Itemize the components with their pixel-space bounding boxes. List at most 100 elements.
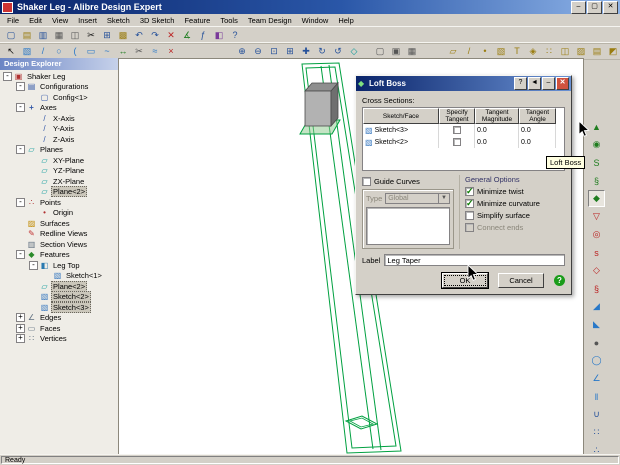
draft-button[interactable]: ∠ [588,370,605,387]
menu-item[interactable]: Team Design [243,16,297,25]
guide-curves-list[interactable] [366,207,450,245]
zoom-out-button[interactable]: ⊖ [250,43,266,59]
mirror-tool-button[interactable]: ◫ [557,43,573,59]
tree-expander-icon[interactable]: - [16,197,25,207]
tree-item[interactable]: Z-Axis [0,134,118,145]
insert-point-button[interactable]: • [477,43,493,59]
line-tool-button[interactable]: / [35,43,51,59]
tangent-angle-value[interactable]: 0.0 [519,136,556,148]
tree-item[interactable]: Origin [0,208,118,219]
tree-expander-icon[interactable] [29,292,38,301]
menu-item[interactable]: Feature [179,16,215,25]
tree-item[interactable]: Plane<2> [0,280,118,292]
offset-tool-button[interactable]: ≈ [147,43,163,59]
tree-item[interactable]: - Axes [0,103,118,114]
specify-tangent-checkbox[interactable] [452,138,461,146]
helix-boss-button[interactable]: § [588,172,605,189]
tree-item[interactable]: + Vertices [0,334,118,345]
tree-item[interactable]: Plane<2> [0,186,118,198]
spline-tool-button[interactable]: ~ [99,43,115,59]
tree-item[interactable]: Sketch<2> [0,291,118,303]
guide-curves-checkbox[interactable] [362,176,371,186]
tree-expander-icon[interactable] [29,135,38,144]
tree-expander-icon[interactable]: - [16,103,25,113]
tree-expander-icon[interactable] [29,124,38,133]
option-row[interactable]: Connect ends [465,221,565,233]
new-sketch-button[interactable]: ▧ [493,43,509,59]
save-button[interactable]: ▥ [35,27,51,43]
tree-expander-icon[interactable]: - [16,145,25,155]
tree-item[interactable]: Config<1> [0,92,118,103]
extrude-cut-button[interactable]: ▽ [588,208,605,225]
tree-expander-icon[interactable] [16,229,25,238]
tree-expander-icon[interactable]: + [16,313,25,323]
close-button[interactable]: ✕ [603,0,618,14]
menu-item[interactable]: Edit [24,16,47,25]
activate-sketch-button[interactable]: ▧ [19,43,35,59]
arc-tool-button[interactable]: ( [67,43,83,59]
tree-item[interactable]: - Configurations [0,82,118,93]
hidden-line-display-button[interactable]: ▦ [404,43,420,59]
title-bar[interactable]: Shaker Leg - Alibre Design Expert – ▢ ✕ [0,0,620,14]
help-button[interactable]: ? [227,27,243,43]
tree-expander-icon[interactable]: - [16,250,25,260]
material-button[interactable]: ▨ [573,43,589,59]
tree-item[interactable]: Y-Axis [0,124,118,135]
erase-tool-button[interactable]: × [163,43,179,59]
sweep-boss-button[interactable]: S [588,154,605,171]
rotate-view-button[interactable]: ↻ [314,43,330,59]
tree-item[interactable]: X-Axis [0,113,118,124]
tree-item[interactable]: Section Views [0,239,118,250]
color-properties-button[interactable]: ◧ [211,27,227,43]
tree-item[interactable]: - Leg Top [0,260,118,271]
minimize-button[interactable]: – [571,0,586,14]
shell-button[interactable]: ◯ [588,352,605,369]
cross-section-row[interactable]: Sketch<2> 0.0 0.0 [363,136,564,148]
hole-button[interactable]: ● [588,334,605,351]
helix-cut-button[interactable]: § [588,280,605,297]
cancel-button[interactable]: Cancel [498,273,544,288]
tree-expander-icon[interactable] [29,114,38,123]
paste-button[interactable]: ▩ [115,27,131,43]
revolve-cut-button[interactable]: ◎ [588,226,605,243]
tree-expander-icon[interactable]: - [3,71,12,81]
dimension-tool-button[interactable]: ↔ [115,43,131,59]
option-checkbox[interactable] [465,210,474,220]
tree-item[interactable]: + Edges [0,313,118,324]
wireframe-display-button[interactable]: ▢ [372,43,388,59]
linear-pattern-button[interactable]: ∷ [588,424,605,441]
dialog-minimize-button[interactable]: – [542,77,555,90]
tree-item[interactable]: Redline Views [0,229,118,240]
cut-button[interactable]: ✂ [83,27,99,43]
tree-item[interactable]: - Shaker Leg [0,71,118,82]
pan-button[interactable]: ✚ [298,43,314,59]
orbit-view-button[interactable]: ↺ [330,43,346,59]
maximize-button[interactable]: ▢ [587,0,602,14]
text-tool-button[interactable]: T [509,43,525,59]
tree-expander-icon[interactable] [16,240,25,249]
menu-item[interactable]: Sketch [102,16,135,25]
copy-button[interactable]: ⊞ [99,27,115,43]
tree-expander-icon[interactable] [29,177,38,186]
options-button[interactable]: ◩ [605,43,620,59]
tree-expander-icon[interactable]: - [29,260,38,270]
menu-item[interactable]: Tools [215,16,243,25]
label-input[interactable] [384,254,565,266]
dialog-rollup-button[interactable]: ◄ [528,77,541,90]
new-button[interactable]: ▢ [3,27,19,43]
tree-expander-icon[interactable] [29,166,38,175]
pattern-tool-button[interactable]: ∷ [541,43,557,59]
loft-boss-dialog[interactable]: ◆ Loft Boss ? ◄ – ✕ Cross Sections: Sketch/… [355,75,572,295]
select-tool-button[interactable]: ↖ [3,43,19,59]
tangent-magnitude-value[interactable]: 0.0 [475,124,519,136]
tree-item[interactable]: Surfaces [0,218,118,229]
reference-geometry-button[interactable]: ◈ [525,43,541,59]
shaded-display-button[interactable]: ▣ [388,43,404,59]
loft-cut-button[interactable]: ◇ [588,262,605,279]
trim-tool-button[interactable]: ✂ [131,43,147,59]
tree-expander-icon[interactable] [29,187,38,196]
zoom-in-button[interactable]: ⊕ [234,43,250,59]
specify-tangent-checkbox[interactable] [452,126,461,134]
type-dropdown[interactable]: Global ▼ [385,193,450,204]
leg-top-solid[interactable] [304,81,339,128]
